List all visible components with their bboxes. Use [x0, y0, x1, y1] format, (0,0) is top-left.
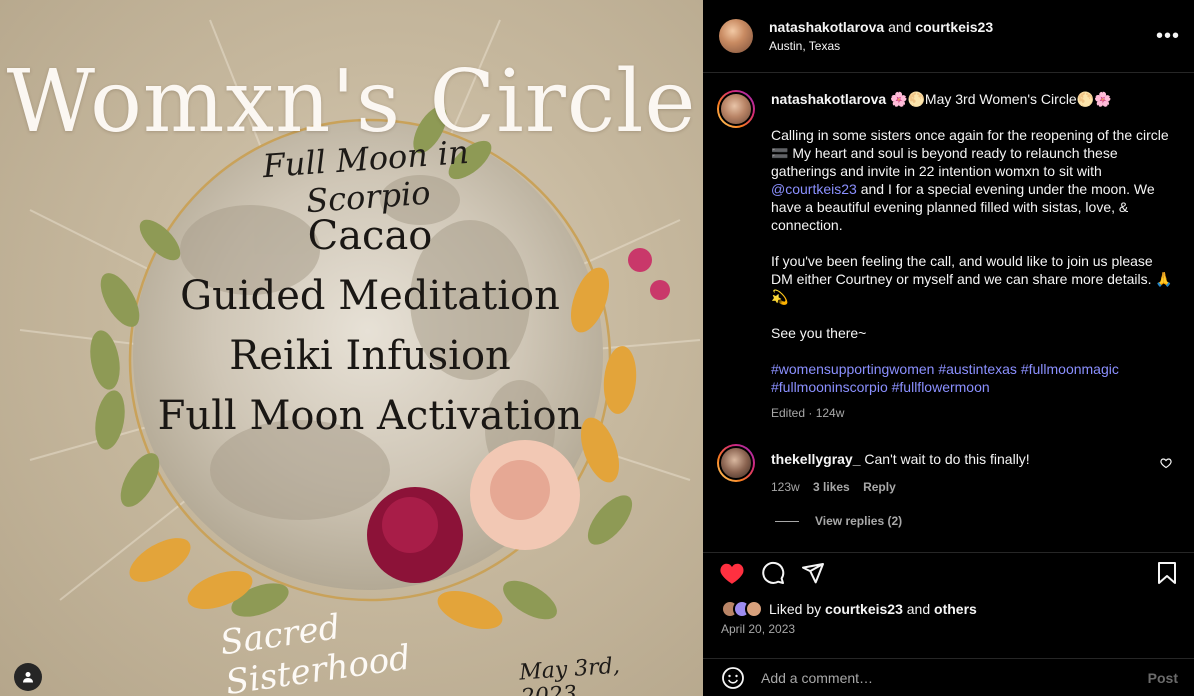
caption-body: natashakotlarova 🌸🌕May 3rd Women's Circl…	[771, 90, 1178, 422]
bookmark-icon	[1158, 561, 1176, 584]
comment-text: Can't wait to do this finally!	[864, 451, 1030, 467]
comments-scroll-area[interactable]: natashakotlarova 🌸🌕May 3rd Women's Circl…	[703, 74, 1194, 544]
mention-link[interactable]: @courtkeis23	[771, 181, 857, 197]
activity-item: Reiki Infusion	[229, 333, 511, 379]
comment-like-heart-icon[interactable]	[1160, 456, 1172, 474]
header-names: natashakotlarova and courtkeis23	[769, 19, 1156, 35]
post-location[interactable]: Austin, Texas	[769, 39, 1156, 53]
like-button[interactable]	[719, 561, 745, 585]
header-joiner: and	[888, 19, 912, 35]
caption-paragraph: If you've been feeling the call, and wou…	[771, 253, 1173, 305]
heart-filled-icon	[720, 563, 744, 584]
user-icon	[23, 672, 33, 683]
comment-meta: 123w 3 likes Reply	[771, 478, 1178, 496]
activity-item: Full Moon Activation	[157, 393, 583, 439]
liker-username[interactable]: courtkeis23	[825, 601, 903, 617]
activity-item: Cacao	[307, 213, 433, 259]
tagged-users-button[interactable]	[14, 663, 42, 691]
author-avatar[interactable]	[719, 19, 753, 53]
author-username[interactable]: natashakotlarova	[769, 19, 884, 35]
liker-avatars[interactable]	[721, 600, 763, 618]
post-modal: Womxn's Circle Full Moon in Scorpio Caca…	[0, 0, 1194, 696]
liker-avatar	[745, 600, 763, 618]
comment-age: 123w	[771, 480, 800, 494]
comment-input[interactable]	[761, 669, 1148, 686]
collaborator-username[interactable]: courtkeis23	[915, 19, 993, 35]
save-button[interactable]	[1156, 561, 1178, 585]
more-options-button[interactable]: •••	[1156, 26, 1180, 46]
header-text: natashakotlarova and courtkeis23 Austin,…	[769, 19, 1156, 53]
comment-composer: Post	[703, 658, 1194, 696]
comment-body: thekellygray_ Can't wait to do this fina…	[771, 444, 1178, 496]
activity-item: Guided Meditation	[180, 273, 560, 319]
comment-bubble-icon	[762, 561, 785, 584]
caption-paragraph: Calling in some sisters once again for t…	[771, 126, 1178, 234]
caption-headline: 🌸🌕May 3rd Women's Circle🌕🌸	[890, 91, 1112, 107]
share-button[interactable]	[801, 561, 825, 585]
likes-joiner: and	[906, 601, 931, 617]
caption-avatar[interactable]	[717, 90, 755, 128]
image-title: Womxn's Circle	[6, 52, 697, 152]
hashtag-links[interactable]: #womensupportingwomen #austintexas #full…	[771, 360, 1178, 396]
divider-line	[775, 520, 799, 522]
view-replies-button[interactable]: View replies (2)	[775, 514, 1178, 528]
comment-likes[interactable]: 3 likes	[813, 480, 850, 494]
view-replies-label: View replies (2)	[815, 514, 903, 528]
caption: natashakotlarova 🌸🌕May 3rd Women's Circl…	[717, 90, 1178, 422]
post-comment-button[interactable]: Post	[1148, 670, 1178, 686]
emoji-button[interactable]	[721, 666, 745, 690]
caption-paragraph: See you there~	[771, 325, 867, 341]
caption-username[interactable]: natashakotlarova	[771, 91, 886, 107]
post-image[interactable]: Womxn's Circle Full Moon in Scorpio Caca…	[0, 0, 703, 696]
reply-button[interactable]: Reply	[863, 480, 896, 494]
smiley-icon	[722, 666, 744, 689]
paper-plane-icon	[802, 562, 824, 583]
comment-item: thekellygray_ Can't wait to do this fina…	[717, 444, 1178, 496]
post-side-panel: natashakotlarova and courtkeis23 Austin,…	[703, 0, 1194, 696]
action-bar	[703, 552, 1194, 592]
commenter-avatar[interactable]	[717, 444, 755, 482]
comment-button[interactable]	[761, 561, 785, 585]
commenter-username[interactable]: thekellygray_	[771, 451, 861, 467]
likes-prefix: Liked by	[769, 601, 822, 617]
post-header: natashakotlarova and courtkeis23 Austin,…	[703, 0, 1194, 73]
likes-others-link[interactable]: others	[934, 601, 977, 617]
caption-text: Calling in some sisters once again for t…	[771, 127, 1169, 179]
caption-edited-meta: Edited · 124w	[771, 406, 845, 420]
post-date[interactable]: April 20, 2023	[721, 622, 795, 636]
likes-summary: Liked by courtkeis23 and others	[721, 600, 977, 618]
